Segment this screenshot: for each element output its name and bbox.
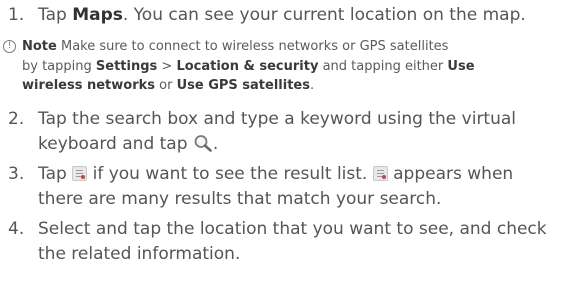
step-1-line-1: Tap Maps. You can see your current locat… xyxy=(38,5,526,25)
note-icon: ! xyxy=(3,40,16,53)
step-2-line-1: Tap the search box and type a keyword us… xyxy=(38,109,517,129)
magnifier-icon xyxy=(193,134,213,160)
step-number: 4. xyxy=(8,219,25,239)
step-2-line-2: keyboard and tap . xyxy=(38,132,584,160)
step-4-line-2: the related information. xyxy=(38,244,241,264)
step-number: 3. xyxy=(8,164,25,184)
step-number: 2. xyxy=(8,109,25,129)
instruction-document: 1. Tap Maps. You can see your current lo… xyxy=(0,0,588,281)
step-3-line-2: there are many results that match your s… xyxy=(38,189,442,209)
result-list-icon xyxy=(72,166,88,181)
step-3-line-1: Tap if you want to see the result list. … xyxy=(38,164,514,184)
maps-app-name: Maps xyxy=(72,5,123,25)
step-number: 1. xyxy=(8,5,25,25)
note-line-1: Note Make sure to connect to wireless ne… xyxy=(22,39,449,54)
step-4-line-1: Select and tap the location that you wan… xyxy=(38,219,547,239)
note-label: Note xyxy=(22,39,57,54)
note-line-3: wireless networks or Use GPS satellites. xyxy=(22,78,315,93)
note-line-2: by tapping Settings > Location & securit… xyxy=(22,58,475,74)
result-list-icon xyxy=(372,166,388,181)
